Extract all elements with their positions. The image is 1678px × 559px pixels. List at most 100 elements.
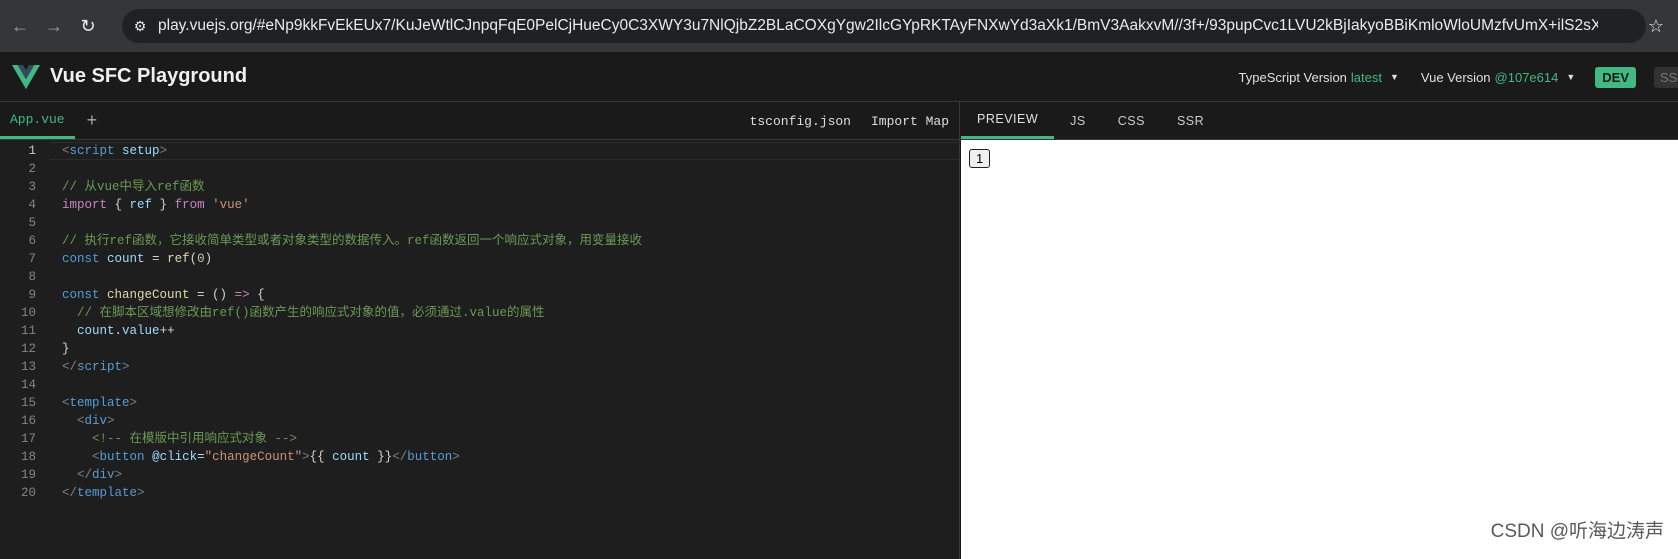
code-line[interactable]: 15 <template> (0, 394, 959, 412)
line-number: 18 (20, 450, 36, 464)
code-token: = (144, 252, 168, 266)
file-tabs: App.vue + tsconfig.json Import Map (0, 102, 959, 140)
code-token: < (62, 396, 70, 410)
back-arrow-icon[interactable]: ← (6, 12, 34, 40)
code-line[interactable]: 9 const changeCount = () => { (0, 286, 959, 304)
code-line[interactable]: 3 // 从vue中导入ref函数 (0, 178, 959, 196)
forward-arrow-icon[interactable]: → (40, 12, 68, 40)
tab-tsconfig[interactable]: tsconfig.json (750, 114, 851, 129)
code-line[interactable]: 5 (0, 214, 959, 232)
count-button[interactable]: 1 (969, 149, 991, 168)
line-number: 2 (28, 162, 36, 176)
code-token: "changeCount" (204, 450, 303, 464)
code-line[interactable]: 7 const count = ref(0) (0, 250, 959, 268)
line-number: 6 (28, 234, 36, 248)
code-token: button (99, 450, 145, 464)
code-line[interactable]: 12} (0, 340, 959, 358)
line-source: // 在脚本区域想修改由ref()函数产生的响应式对象的值，必须通过.value… (62, 304, 545, 322)
vue-version-select[interactable]: Vue Version @107e614 ▼ (1421, 70, 1575, 85)
tab-js[interactable]: JS (1054, 102, 1102, 139)
line-number: 5 (28, 216, 36, 230)
ssr-mode-toggle[interactable]: SSR (1654, 66, 1678, 88)
code-token: . (114, 324, 123, 338)
line-number: 3 (28, 180, 36, 194)
ts-version-label: TypeScript Version (1238, 69, 1347, 85)
code-token: > (129, 396, 138, 410)
code-token: = () (189, 288, 235, 302)
code-token: </ (77, 468, 93, 482)
vue-version-value: @107e614 (1494, 69, 1559, 85)
code-token: div (92, 468, 115, 482)
tab-import-map[interactable]: Import Map (871, 114, 949, 129)
code-token: </ (392, 450, 408, 464)
code-line[interactable]: 16 <div> (0, 412, 959, 430)
line-source: <!-- 在模版中引用响应式对象 --> (62, 430, 297, 448)
code-token: import (62, 198, 108, 212)
dev-mode-toggle[interactable]: DEV (1595, 66, 1636, 88)
code-line[interactable]: 17 <!-- 在模版中引用响应式对象 --> (0, 430, 959, 448)
app-title: Vue SFC Playground (50, 65, 248, 87)
line-source: count.value++ (62, 322, 175, 340)
code-token: }} (369, 450, 393, 464)
code-token: from (174, 198, 205, 212)
code-token: { (107, 198, 130, 212)
tab-preview[interactable]: PREVIEW (961, 102, 1055, 139)
typescript-version-select[interactable]: TypeScript Version latest ▼ (1239, 70, 1399, 85)
code-token: template (77, 486, 138, 500)
code-token: > (302, 450, 310, 464)
code-token: count (77, 324, 115, 338)
code-token: div (84, 414, 108, 428)
code-token: < (77, 414, 85, 428)
site-settings-icon[interactable]: ⚙ (122, 18, 158, 35)
code-token: ( (189, 252, 198, 266)
line-number: 13 (20, 360, 36, 374)
code-line[interactable]: 6 // 执行ref函数，它接收简单类型或者对象类型的数据传入。ref函数返回一个… (0, 232, 959, 250)
line-number: 1 (28, 144, 36, 158)
code-token: </ (62, 360, 78, 374)
code-token: > (452, 450, 460, 464)
bookmark-star-icon[interactable]: ☆ (1648, 16, 1664, 37)
code-token: ref (167, 252, 190, 266)
vue-version-label: Vue Version (1420, 69, 1491, 85)
code-line[interactable]: 14 (0, 376, 959, 394)
code-token: </ (62, 486, 78, 500)
line-source: } (62, 340, 70, 358)
code-token: @click (152, 450, 198, 464)
code-line[interactable]: 4 import { ref } from 'vue' (0, 196, 959, 214)
code-token: value (122, 324, 160, 338)
code-token: // 在脚本区域想修改由ref()函数产生的响应式对象的值，必须通过.value… (77, 306, 545, 320)
line-source: const count = ref(0) (62, 250, 212, 268)
code-line[interactable]: 8 (0, 268, 959, 286)
code-line[interactable]: 2 (0, 160, 959, 178)
config-tabs: tsconfig.json Import Map (750, 102, 959, 140)
line-number: 19 (20, 468, 36, 482)
code-line[interactable]: 13 </script> (0, 358, 959, 376)
address-bar[interactable]: ⚙ play.vuejs.org/#eNp9kkFvEkEUx7/KuJeWtl… (122, 9, 1646, 43)
line-number: 20 (20, 486, 36, 500)
tab-ssr[interactable]: SSR (1161, 102, 1220, 139)
tab-app-vue[interactable]: App.vue (0, 102, 75, 139)
code-line[interactable]: 11 count.value++ (0, 322, 959, 340)
reload-icon[interactable]: ↻ (74, 12, 102, 40)
line-source: </script> (62, 358, 130, 376)
add-file-button[interactable]: + (75, 102, 110, 139)
code-line[interactable]: 19 </div> (0, 466, 959, 484)
vue-logo-icon[interactable] (12, 64, 40, 89)
code-token: 0 (197, 252, 205, 266)
code-line[interactable]: 18 <button @click="changeCount">{{ count… (0, 448, 959, 466)
code-token: count (107, 252, 145, 266)
tab-css[interactable]: CSS (1102, 102, 1161, 139)
line-number: 16 (20, 414, 36, 428)
code-line[interactable]: 10 // 在脚本区域想修改由ref()函数产生的响应式对象的值，必须通过.va… (0, 304, 959, 322)
line-number: 8 (28, 270, 36, 284)
line-number: 17 (20, 432, 36, 446)
code-token: > (107, 414, 115, 428)
code-line[interactable]: 20 </template> (0, 484, 959, 502)
code-token: < (92, 450, 100, 464)
url-text[interactable]: play.vuejs.org/#eNp9kkFvEkEUx7/KuJeWtlCJ… (158, 17, 1598, 35)
code-area[interactable]: 1 <script setup> 2 3// 从vue中导入ref函数 4 import … (0, 140, 960, 502)
